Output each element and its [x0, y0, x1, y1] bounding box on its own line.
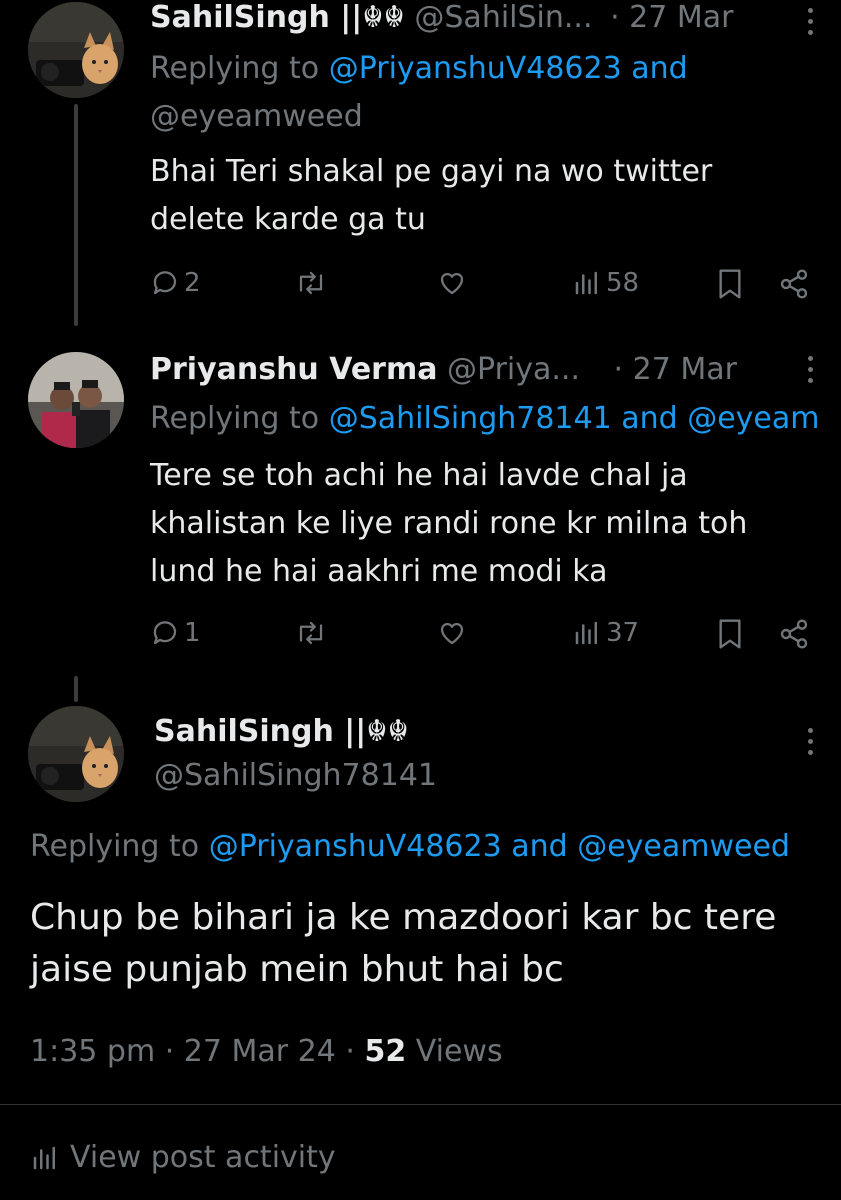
- tweet1-more-icon[interactable]: [806, 8, 814, 35]
- share-icon: [780, 619, 808, 649]
- analytics-icon: [33, 1146, 55, 1169]
- main-replying-to: Replying to @PriyanshuV48623 and @eyeamw…: [30, 824, 790, 870]
- tweet1-replying-users[interactable]: @PriyanshuV48623 and: [329, 51, 688, 86]
- main-replying-users[interactable]: @PriyanshuV48623 and @eyeamweed: [209, 829, 790, 864]
- tweet2-like-button[interactable]: [436, 618, 468, 648]
- thread-connector-line: [74, 104, 78, 326]
- tweet1-share-button[interactable]: [778, 268, 810, 300]
- tweet2-view-count: 37: [606, 618, 640, 648]
- tweet2-views-button[interactable]: 37: [572, 618, 639, 648]
- tweet2-repost-button[interactable]: [294, 618, 328, 648]
- cat-avatar-image: [28, 2, 124, 98]
- bookmark-icon: [719, 619, 741, 649]
- reply-icon: [153, 271, 177, 295]
- tweet1-text-line: Bhai Teri shakal pe gayi na wo twitter: [150, 154, 713, 189]
- priyanshu-avatar-image: [28, 352, 124, 448]
- tweet1-reply-count: 2: [184, 268, 201, 298]
- tweet1-header: SahilSingh ||☬☬ @SahilSin... · 27 Mar: [150, 0, 733, 36]
- tweet2-reply-button[interactable]: 1: [150, 618, 201, 648]
- replying-to-label: Replying to: [30, 829, 200, 864]
- thread-connector-line: [74, 676, 78, 702]
- main-views-label: Views: [415, 1034, 503, 1069]
- tweet1-handle[interactable]: @SahilSin...: [414, 0, 592, 35]
- main-meta-line: 1:35 pm · 27 Mar 24 · 52 Views: [30, 1034, 503, 1069]
- tweet2-bookmark-button[interactable]: [716, 618, 744, 650]
- avatar-priyanshu[interactable]: [28, 352, 124, 448]
- tweet1-bookmark-button[interactable]: [716, 268, 744, 300]
- bookmark-icon: [719, 269, 741, 299]
- main-date[interactable]: 27 Mar 24: [184, 1034, 336, 1069]
- avatar-sahilsingh[interactable]: [28, 2, 124, 98]
- analytics-icon: [575, 621, 597, 645]
- heart-icon: [440, 272, 464, 295]
- cat-avatar-image: [28, 706, 124, 802]
- tweet2-reply-count: 1: [184, 618, 201, 648]
- tweet2-header: Priyanshu Verma @Priya... · 27 Mar: [150, 352, 737, 388]
- tweet2-replying-to: Replying to @SahilSingh78141 and @eyeam: [150, 396, 819, 442]
- tweet1-text: Bhai Teri shakal pe gayi na wo twitter d…: [150, 148, 712, 244]
- main-text-line: Chup be bihari ja ke mazdoori kar bc ter…: [30, 897, 777, 938]
- main-views-count: 52: [364, 1034, 407, 1069]
- main-display-name[interactable]: SahilSingh ||☬☬: [154, 714, 409, 750]
- tweet2-display-name[interactable]: Priyanshu Verma: [150, 352, 437, 387]
- tweet1-display-name[interactable]: SahilSingh ||☬☬: [150, 0, 405, 35]
- tweet2-text-line: Tere se toh achi he hai lavde chal ja: [150, 458, 688, 493]
- heart-icon: [440, 622, 464, 645]
- tweet1-date[interactable]: · 27 Mar: [610, 0, 733, 35]
- share-icon: [780, 269, 808, 299]
- reply-icon: [153, 621, 177, 645]
- tweet2-text-line: lund he hai aakhri me modi ka: [150, 554, 608, 589]
- tweet2-share-button[interactable]: [778, 618, 810, 650]
- tweet1-replying-to: Replying to @PriyanshuV48623 and: [150, 46, 688, 92]
- view-post-activity-link[interactable]: View post activity: [30, 1140, 336, 1175]
- view-post-activity-label: View post activity: [70, 1140, 336, 1175]
- tweet2-date[interactable]: · 27 Mar: [614, 352, 737, 387]
- main-text-line: jaise punjab mein bhut hai bc: [30, 949, 564, 990]
- tweet2-text: Tere se toh achi he hai lavde chal ja kh…: [150, 452, 747, 596]
- tweet1-repost-button[interactable]: [294, 268, 328, 298]
- analytics-icon: [575, 271, 597, 295]
- tweet2-replying-users[interactable]: @SahilSingh78141 and @eyeam: [329, 401, 820, 436]
- tweet-thread-page: SahilSingh ||☬☬ @SahilSin... · 27 Mar Re…: [0, 0, 841, 1200]
- replying-to-label: Replying to: [150, 51, 320, 86]
- avatar-main-sahilsingh[interactable]: [28, 706, 124, 802]
- tweet1-reply-button[interactable]: 2: [150, 268, 201, 298]
- repost-icon: [299, 271, 323, 295]
- main-more-icon[interactable]: [806, 728, 814, 755]
- tweet2-text-line: khalistan ke liye randi rone kr milna to…: [150, 506, 748, 541]
- tweet1-like-button[interactable]: [436, 268, 468, 298]
- tweet1-view-count: 58: [606, 268, 640, 298]
- tweet1-replying-users-2[interactable]: @eyeamweed: [150, 94, 363, 140]
- main-handle[interactable]: @SahilSingh78141: [154, 758, 437, 794]
- tweet2-handle[interactable]: @Priya...: [447, 352, 580, 387]
- tweet1-views-button[interactable]: 58: [572, 268, 639, 298]
- divider: [0, 1104, 841, 1105]
- main-display-name-text: SahilSingh ||☬☬: [154, 714, 409, 749]
- tweet1-text-line: delete karde ga tu: [150, 202, 426, 237]
- tweet2-more-icon[interactable]: [806, 356, 814, 383]
- main-tweet-text: Chup be bihari ja ke mazdoori kar bc ter…: [30, 892, 776, 996]
- replying-to-label: Replying to: [150, 401, 320, 436]
- main-time[interactable]: 1:35 pm: [30, 1034, 155, 1069]
- repost-icon: [299, 621, 323, 645]
